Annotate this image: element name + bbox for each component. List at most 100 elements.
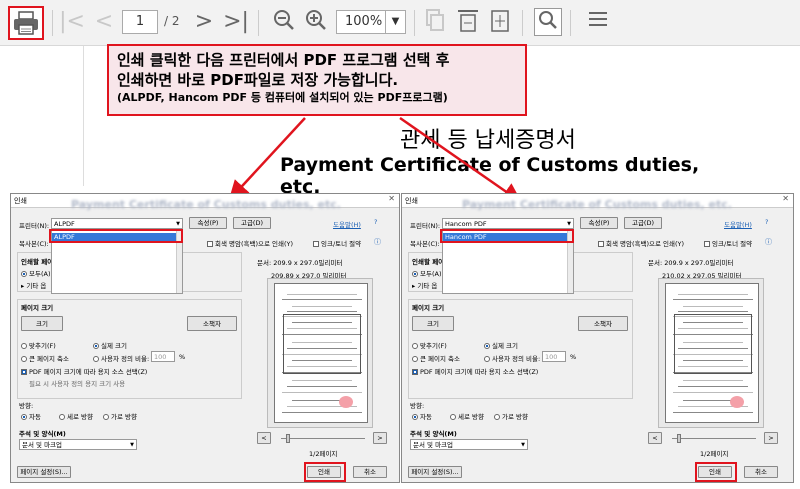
fit-radio[interactable]: 맞추기(F) bbox=[412, 340, 447, 350]
copies-label: 복사본(C): bbox=[19, 240, 49, 248]
landscape-radio[interactable]: 가로 방향 bbox=[103, 411, 137, 421]
preview-next-button[interactable]: > bbox=[373, 432, 387, 444]
size-button[interactable]: 크기 bbox=[21, 316, 63, 331]
shrink-radio[interactable]: 큰 페이지 축소 bbox=[21, 353, 69, 363]
custom-scale-input[interactable]: 100 bbox=[151, 351, 175, 362]
preview-prev-button[interactable]: < bbox=[648, 432, 662, 444]
close-icon[interactable]: ✕ bbox=[388, 194, 395, 203]
preview-page-count: 1/2페이지 bbox=[700, 450, 729, 458]
cancel-button[interactable]: 취소 bbox=[744, 466, 778, 478]
preview-slider[interactable] bbox=[672, 438, 756, 439]
info-icon: ⓘ bbox=[374, 238, 381, 246]
print-preview bbox=[267, 278, 373, 428]
preview-text-line bbox=[287, 311, 357, 312]
chevron-down-icon: ▼ bbox=[521, 442, 525, 448]
preview-table bbox=[283, 314, 361, 374]
preview-text-line bbox=[282, 299, 362, 300]
preview-slider-thumb[interactable] bbox=[286, 434, 290, 443]
page-setup-button[interactable]: 페이지 설정(S)... bbox=[17, 466, 71, 478]
auto-orientation-radio[interactable]: 자동 bbox=[412, 411, 432, 421]
grayscale-checkbox[interactable]: 회색 명암(흑백)으로 인쇄(Y) bbox=[207, 238, 293, 248]
printer-label: 프린터(N): bbox=[410, 222, 441, 230]
print-preview bbox=[658, 278, 764, 428]
percent-label: % bbox=[570, 353, 577, 361]
preview-text-line bbox=[292, 380, 352, 381]
booklet-button[interactable]: 소책자 bbox=[578, 316, 628, 331]
preview-text-line bbox=[678, 386, 748, 387]
properties-button[interactable]: 속성(P) bbox=[580, 217, 618, 229]
auto-orientation-radio[interactable]: 자동 bbox=[21, 411, 41, 421]
actual-size-radio[interactable]: 실제 크기 bbox=[484, 340, 518, 350]
printer-highlight bbox=[440, 229, 574, 243]
preview-text-line bbox=[292, 306, 352, 307]
advanced-button[interactable]: 고급(D) bbox=[624, 217, 662, 229]
preview-stamp bbox=[339, 396, 353, 408]
custom-scale-radio[interactable]: 사용자 정의 비율: bbox=[93, 353, 149, 363]
preview-slider[interactable] bbox=[281, 438, 365, 439]
percent-label: % bbox=[179, 353, 186, 361]
help-link[interactable]: 도움말(H) bbox=[724, 219, 752, 229]
landscape-radio[interactable]: 가로 방향 bbox=[494, 411, 528, 421]
preview-text-line bbox=[678, 311, 748, 312]
booklet-button[interactable]: 소책자 bbox=[187, 316, 237, 331]
custom-scale-radio[interactable]: 사용자 정의 비율: bbox=[484, 353, 540, 363]
preview-page-count: 1/2페이지 bbox=[309, 450, 338, 458]
annotations-select[interactable]: 문서 및 마크업 ▼ bbox=[410, 439, 528, 450]
actual-size-radio[interactable]: 실제 크기 bbox=[93, 340, 127, 350]
preview-prev-button[interactable]: < bbox=[257, 432, 271, 444]
blurred-document-title: Payment Certificate of Customs duties, e… bbox=[71, 198, 341, 211]
preview-slider-thumb[interactable] bbox=[677, 434, 681, 443]
chevron-down-icon: ▼ bbox=[176, 221, 180, 227]
ink-save-checkbox[interactable]: 잉크/토너 절약 bbox=[313, 238, 361, 248]
printer-value: ALPDF bbox=[54, 220, 75, 228]
properties-button[interactable]: 속성(P) bbox=[189, 217, 227, 229]
preview-text-line bbox=[678, 294, 748, 295]
preview-text-line bbox=[287, 386, 357, 387]
annotations-select[interactable]: 문서 및 마크업 ▼ bbox=[19, 439, 137, 450]
range-all-radio[interactable]: 모두(A) bbox=[412, 268, 441, 278]
pdf-paper-source-checkbox[interactable]: PDF 페이지 크기에 따라 용지 소스 선택(Z) bbox=[21, 366, 147, 376]
cancel-button[interactable]: 취소 bbox=[353, 466, 387, 478]
shrink-radio[interactable]: 큰 페이지 축소 bbox=[412, 353, 460, 363]
preview-text-line bbox=[282, 392, 362, 393]
custom-paper-checkbox[interactable]: 필요 시 사용자 정의 용지 크기 사용 bbox=[29, 378, 125, 388]
grayscale-checkbox[interactable]: 회색 명암(흑백)으로 인쇄(Y) bbox=[598, 238, 684, 248]
preview-stamp bbox=[730, 396, 744, 408]
document-size-label: 문서: 209.9 x 297.0밀리미터 bbox=[648, 259, 734, 267]
info-icon: ⓘ bbox=[765, 238, 772, 246]
printer-label: 프린터(N): bbox=[19, 222, 50, 230]
portrait-radio[interactable]: 세로 방향 bbox=[59, 411, 93, 421]
help-icon[interactable]: ? bbox=[765, 218, 768, 226]
ink-save-checkbox[interactable]: 잉크/토너 절약 bbox=[704, 238, 752, 248]
range-more-options[interactable]: ▸ 기타 옵 bbox=[412, 280, 437, 290]
close-icon[interactable]: ✕ bbox=[782, 194, 789, 203]
custom-scale-input[interactable]: 100 bbox=[542, 351, 566, 362]
size-button[interactable]: 크기 bbox=[412, 316, 454, 331]
preview-sheet bbox=[665, 283, 759, 423]
print-button-highlight bbox=[695, 462, 737, 482]
advanced-button[interactable]: 고급(D) bbox=[233, 217, 271, 229]
pdf-paper-source-checkbox[interactable]: PDF 페이지 크기에 따라 용지 소스 선택(Z) bbox=[412, 366, 538, 376]
help-link[interactable]: 도움말(H) bbox=[333, 219, 361, 229]
blurred-document-title: Payment Certificate of Customs duties, e… bbox=[462, 198, 732, 211]
page-sizing-label: 페이지 크기 bbox=[412, 304, 445, 312]
orientation-label: 방향: bbox=[19, 402, 34, 410]
range-more-options[interactable]: ▸ 기타 옵 bbox=[21, 280, 46, 290]
printer-select[interactable]: ALPDF ▼ bbox=[51, 218, 183, 229]
fit-radio[interactable]: 맞추기(F) bbox=[21, 340, 56, 350]
preview-text-line bbox=[683, 380, 743, 381]
preview-text-line bbox=[673, 412, 753, 413]
page-sizing-label: 페이지 크기 bbox=[21, 304, 54, 312]
page-setup-button[interactable]: 페이지 설정(S)... bbox=[408, 466, 462, 478]
preview-table bbox=[674, 314, 752, 374]
preview-text-line bbox=[673, 299, 753, 300]
preview-next-button[interactable]: > bbox=[764, 432, 778, 444]
printer-highlight bbox=[49, 229, 183, 243]
printer-value: Hancom PDF bbox=[445, 220, 487, 228]
preview-text-line bbox=[287, 294, 357, 295]
printer-select[interactable]: Hancom PDF ▼ bbox=[442, 218, 574, 229]
range-all-radio[interactable]: 모두(A) bbox=[21, 268, 50, 278]
portrait-radio[interactable]: 세로 방향 bbox=[450, 411, 484, 421]
help-icon[interactable]: ? bbox=[374, 218, 377, 226]
arrow-left bbox=[228, 117, 306, 201]
